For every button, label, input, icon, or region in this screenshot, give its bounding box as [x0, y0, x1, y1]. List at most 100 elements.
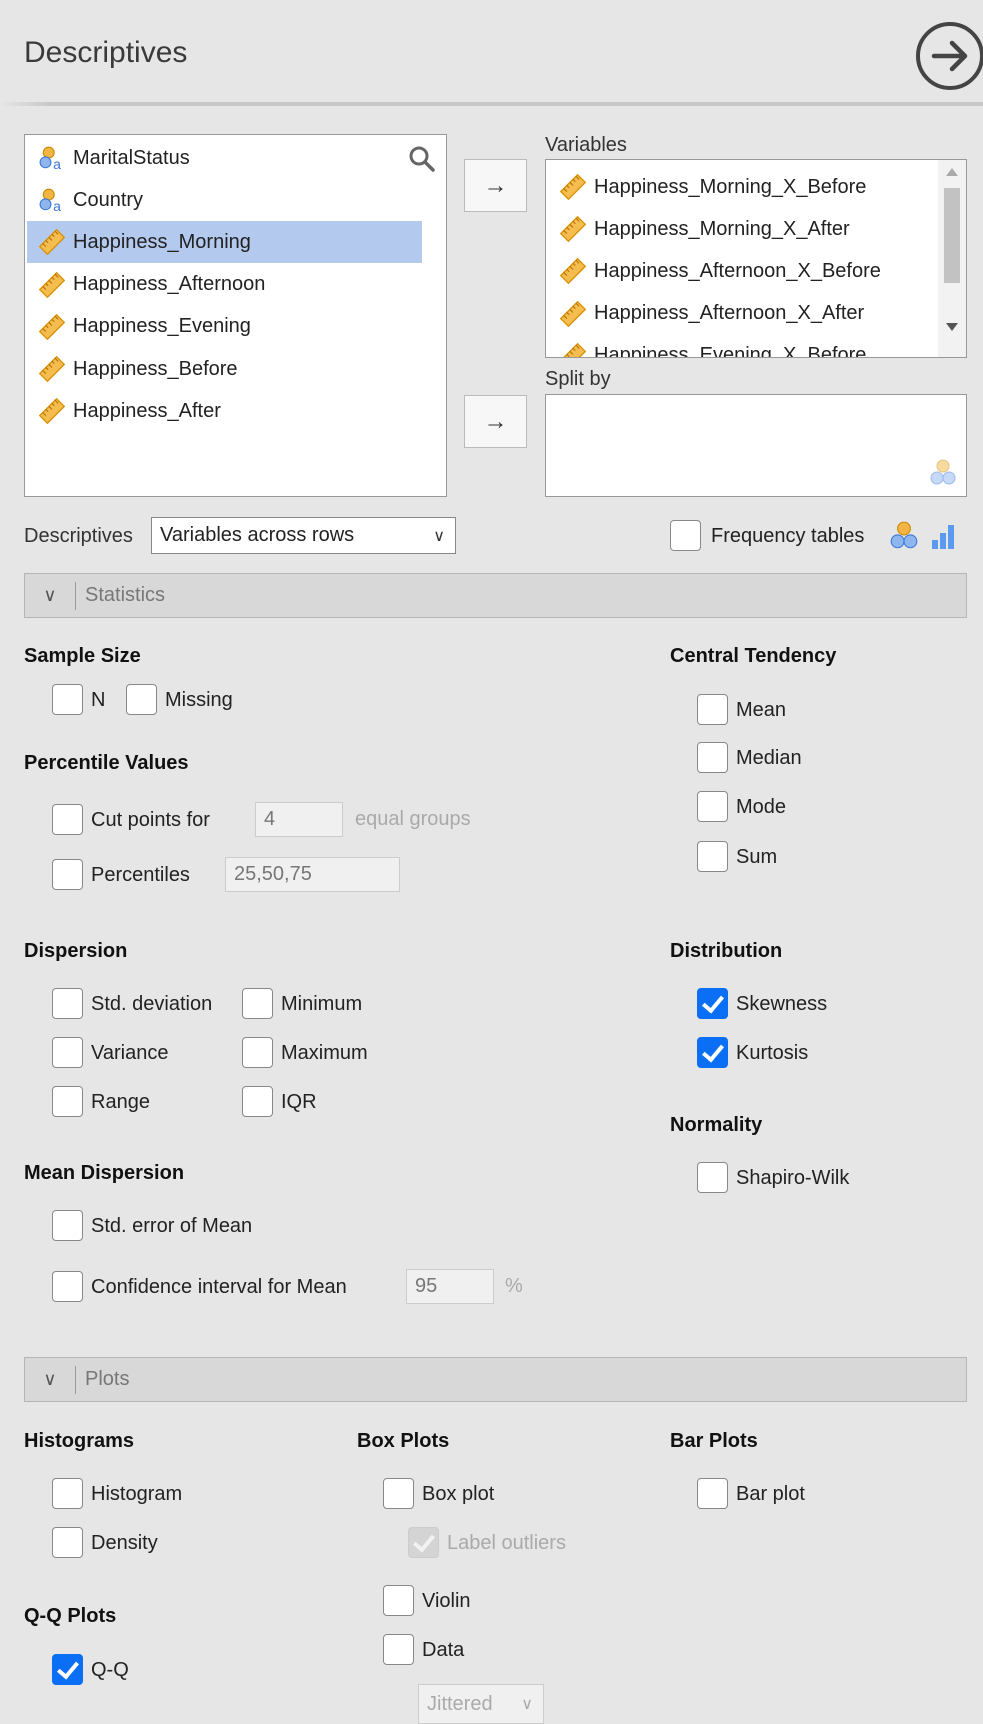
shapiro-checkbox[interactable] [697, 1162, 728, 1193]
violin-checkbox[interactable] [383, 1585, 414, 1616]
source-variable-item[interactable]: Happiness_After [27, 390, 422, 432]
percentiles-checkbox[interactable] [52, 859, 83, 890]
nominal-variable-icon [930, 459, 956, 485]
variable-label: Happiness_Morning_X_Before [594, 175, 867, 198]
mean-checkbox[interactable] [697, 694, 728, 725]
ruler-icon [560, 342, 586, 357]
data-checkbox[interactable] [383, 1634, 414, 1665]
source-variable-item[interactable]: Happiness_Evening [27, 306, 422, 348]
percentile-values-heading: Percentile Values [24, 752, 189, 774]
assigned-variable-item[interactable]: Happiness_Morning_X_Before [548, 166, 964, 208]
run-arrow-button[interactable] [916, 22, 983, 90]
plots-section-header[interactable]: ∨ Plots [24, 1357, 967, 1402]
variable-label: Happiness_Afternoon_X_Before [594, 259, 881, 282]
normality-heading: Normality [670, 1114, 763, 1136]
maximum-label: Maximum [281, 1042, 368, 1064]
missing-checkbox[interactable] [126, 684, 157, 715]
statistics-section-header[interactable]: ∨ Statistics [24, 573, 967, 618]
source-variable-item[interactable]: MaritalStatus [27, 137, 422, 179]
violin-label: Violin [422, 1590, 471, 1612]
percent-label: % [505, 1275, 523, 1297]
ruler-icon [39, 398, 65, 425]
split-by-list[interactable] [545, 394, 967, 497]
range-checkbox[interactable] [52, 1086, 83, 1117]
ruler-icon [39, 313, 65, 340]
skewness-checkbox[interactable] [697, 988, 728, 1019]
n-label: N [91, 689, 106, 711]
variables-label: Variables [545, 134, 627, 156]
maximum-checkbox[interactable] [242, 1037, 273, 1068]
ruler-icon [560, 300, 586, 327]
cut-points-input[interactable]: 4 [255, 802, 343, 837]
ruler-icon [560, 216, 586, 243]
source-variable-item[interactable]: Happiness_Before [27, 348, 422, 390]
n-checkbox[interactable] [52, 684, 83, 715]
median-checkbox[interactable] [697, 742, 728, 773]
std-checkbox[interactable] [52, 988, 83, 1019]
variance-checkbox[interactable] [52, 1037, 83, 1068]
split-by-label: Split by [545, 368, 611, 390]
range-label: Range [91, 1091, 150, 1113]
variables-list[interactable]: Happiness_Morning_X_Before Happiness_Morn… [545, 159, 967, 358]
qq-checkbox[interactable] [52, 1654, 83, 1685]
bar-plot-checkbox[interactable] [697, 1478, 728, 1509]
variable-label: Country [73, 188, 144, 211]
ruler-icon [560, 258, 586, 285]
cut-points-checkbox[interactable] [52, 804, 83, 835]
variable-label: Happiness_Morning_X_After [594, 217, 850, 240]
se-checkbox[interactable] [52, 1210, 83, 1241]
minimum-label: Minimum [281, 993, 363, 1015]
density-checkbox[interactable] [52, 1527, 83, 1558]
density-label: Density [91, 1532, 158, 1554]
minimum-checkbox[interactable] [242, 988, 273, 1019]
box-plot-checkbox[interactable] [383, 1478, 414, 1509]
box-plots-heading: Box Plots [357, 1430, 450, 1452]
ci-input[interactable]: 95 [406, 1269, 494, 1304]
move-to-variables-button[interactable]: → [464, 159, 527, 212]
scroll-up-icon[interactable] [946, 168, 958, 176]
move-to-split-by-button[interactable]: → [464, 395, 527, 448]
label-outliers-checkbox[interactable] [408, 1527, 439, 1558]
assigned-variable-item[interactable]: Happiness_Morning_X_After [548, 208, 964, 250]
source-variable-item[interactable]: Happiness_Morning [27, 221, 422, 264]
descriptives-layout-select[interactable]: Variables across rows ∨ [151, 517, 456, 554]
source-variable-item[interactable]: Happiness_Afternoon [27, 264, 422, 306]
source-variable-list[interactable]: MaritalStatus Country Happiness_Morning Hap… [24, 134, 447, 497]
scrollbar-thumb[interactable] [944, 188, 960, 283]
iqr-checkbox[interactable] [242, 1086, 273, 1117]
source-variable-item[interactable]: Country [27, 179, 422, 221]
descriptives-layout-label: Descriptives [24, 525, 133, 547]
chevron-down-icon: ∨ [433, 527, 445, 545]
assigned-variable-item[interactable]: Happiness_Afternoon_X_After [548, 293, 964, 335]
ci-checkbox[interactable] [52, 1271, 83, 1302]
data-style-select[interactable]: Jittered ∨ [418, 1684, 544, 1724]
kurtosis-checkbox[interactable] [697, 1037, 728, 1068]
scroll-down-icon[interactable] [946, 323, 958, 331]
sum-checkbox[interactable] [697, 841, 728, 872]
histogram-checkbox[interactable] [52, 1478, 83, 1509]
percentiles-input[interactable]: 25,50,75 [225, 857, 400, 892]
variable-label: MaritalStatus [73, 146, 190, 169]
variable-label: Happiness_Afternoon [73, 273, 266, 296]
percentiles-label: Percentiles [91, 864, 190, 886]
cut-points-label: Cut points for [91, 809, 210, 831]
data-label: Data [422, 1639, 465, 1661]
shapiro-label: Shapiro-Wilk [736, 1167, 850, 1189]
nominal-text-icon [39, 188, 62, 214]
variance-label: Variance [91, 1042, 169, 1064]
page-title: Descriptives [24, 36, 188, 69]
arrow-right-icon [931, 40, 968, 72]
assigned-variable-item[interactable]: Happiness_Evening_X_Before [548, 335, 964, 357]
scrollbar[interactable] [938, 160, 966, 357]
mode-checkbox[interactable] [697, 791, 728, 822]
variable-label: Happiness_Evening [73, 315, 251, 338]
iqr-label: IQR [281, 1091, 317, 1113]
ruler-icon [560, 174, 586, 200]
nominal-variable-icon [890, 521, 918, 549]
chevron-down-icon: ∨ [43, 1369, 57, 1389]
ruler-icon [39, 271, 65, 298]
nominal-text-icon [39, 146, 62, 171]
assigned-variable-item[interactable]: Happiness_Afternoon_X_Before [548, 250, 964, 292]
variable-label: Happiness_Afternoon_X_After [594, 302, 865, 325]
frequency-tables-checkbox[interactable] [670, 520, 701, 551]
